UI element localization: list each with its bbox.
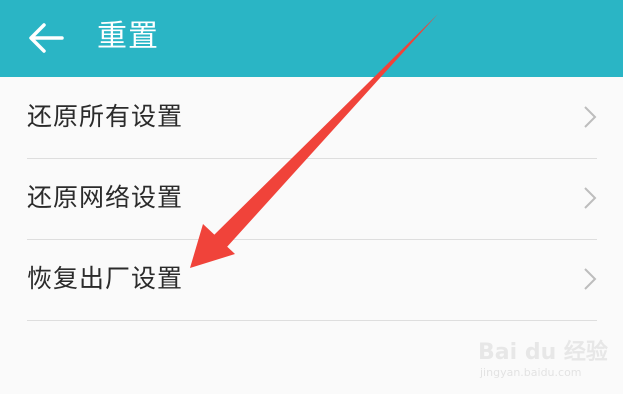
reset-network-settings-item[interactable]: 还原网络设置: [0, 158, 623, 238]
baidu-jingyan-watermark: Bai du 经验 jingyan.baidu.com: [478, 334, 618, 390]
chevron-right-icon: [584, 187, 597, 209]
divider: [27, 320, 597, 321]
list-item-label: 还原网络设置: [27, 183, 184, 212]
reset-all-settings-item[interactable]: 还原所有设置: [0, 77, 623, 157]
watermark-brand: Bai du 经验: [478, 340, 608, 365]
chevron-right-icon: [584, 268, 597, 290]
list-item-label: 恢复出厂设置: [27, 264, 184, 293]
page-title: 重置: [97, 19, 159, 54]
chevron-right-icon: [584, 106, 597, 128]
list-item-label: 还原所有设置: [27, 102, 184, 131]
watermark-url: jingyan.baidu.com: [480, 366, 582, 379]
app-bar: 重置: [0, 0, 623, 77]
factory-reset-item[interactable]: 恢复出厂设置: [0, 239, 623, 319]
arrow-left-icon[interactable]: [26, 20, 66, 56]
